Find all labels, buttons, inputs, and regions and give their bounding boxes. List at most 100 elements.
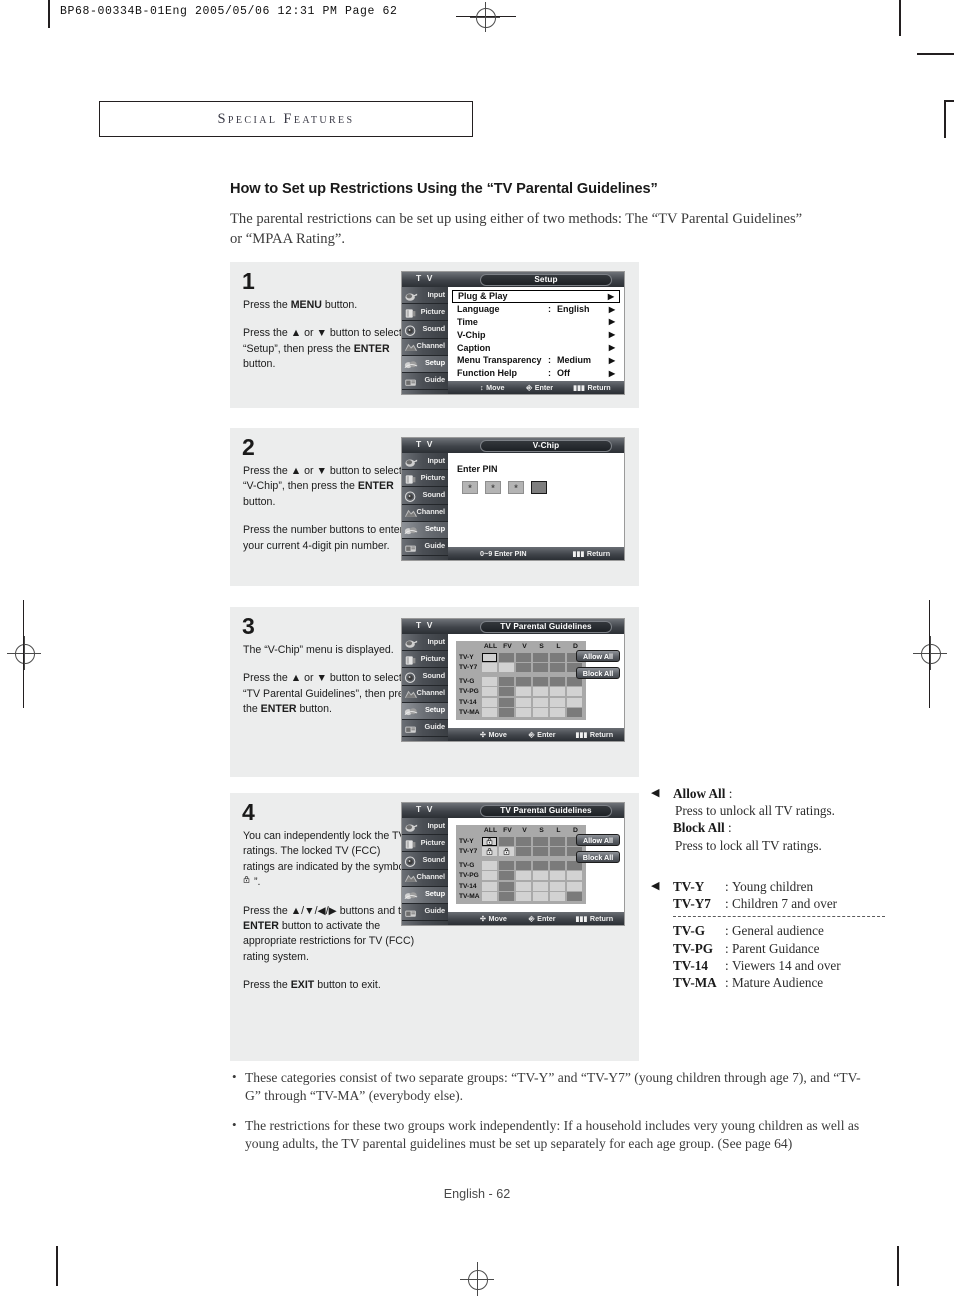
rating-cell[interactable] [499, 687, 514, 697]
osd-sidebar-item-picture[interactable]: Picture [402, 835, 448, 853]
rating-cell[interactable] [533, 708, 548, 718]
osd-menu-item[interactable]: Function Help: Off ▶ [452, 367, 620, 380]
osd-sidebar-item-guide[interactable]: Guide [402, 373, 448, 391]
pin-digit-1[interactable]: * [462, 481, 478, 494]
osd-sidebar-item-guide[interactable]: Guide [402, 904, 448, 922]
rating-cell[interactable] [482, 860, 497, 870]
rating-cell[interactable] [516, 881, 531, 891]
rating-cell[interactable] [567, 871, 582, 881]
rating-cell[interactable] [482, 708, 497, 718]
rating-cell[interactable] [482, 847, 497, 857]
rating-cell[interactable] [550, 663, 565, 673]
rating-cell[interactable] [499, 652, 514, 662]
rating-cell[interactable] [482, 836, 497, 846]
rating-cell[interactable] [550, 652, 565, 662]
rating-cell[interactable] [533, 687, 548, 697]
rating-cell[interactable] [482, 676, 497, 686]
osd-sidebar-item-setup[interactable]: Setup [402, 355, 448, 373]
rating-cell[interactable] [516, 697, 531, 707]
rating-cell[interactable] [550, 881, 565, 891]
rating-cell[interactable] [550, 687, 565, 697]
rating-cell[interactable] [499, 847, 514, 857]
rating-cell[interactable] [482, 652, 497, 662]
rating-cell[interactable] [482, 697, 497, 707]
rating-cell[interactable] [516, 871, 531, 881]
rating-cell[interactable] [533, 676, 548, 686]
block-all-button[interactable]: Block All [576, 667, 620, 679]
rating-cell[interactable] [499, 871, 514, 881]
rating-cell[interactable] [499, 697, 514, 707]
osd-sidebar-item-picture[interactable]: Picture [402, 651, 448, 669]
osd-sidebar-item-input[interactable]: Input [402, 818, 448, 836]
rating-cell[interactable] [533, 860, 548, 870]
rating-cell[interactable] [482, 871, 497, 881]
pin-digit-3[interactable]: * [508, 481, 524, 494]
rating-cell[interactable] [482, 881, 497, 891]
osd-menu-item[interactable]: Menu Transparency: Medium ▶ [452, 354, 620, 367]
osd-menu-item[interactable]: Time ▶ [452, 316, 620, 329]
rating-cell[interactable] [533, 697, 548, 707]
pin-digit-2[interactable]: * [485, 481, 501, 494]
rating-cell[interactable] [516, 847, 531, 857]
pin-digit-4[interactable] [531, 481, 547, 494]
rating-cell[interactable] [550, 836, 565, 846]
osd-sidebar-item-channel[interactable]: Channel [402, 686, 448, 703]
rating-cell[interactable] [567, 708, 582, 718]
rating-cell[interactable] [499, 881, 514, 891]
osd-sidebar-item-sound[interactable]: Sound [402, 487, 448, 505]
rating-cell[interactable] [533, 871, 548, 881]
osd-sidebar-item-setup[interactable]: Setup [402, 702, 448, 720]
allow-all-button[interactable]: Allow All [576, 834, 620, 846]
osd-sidebar-item-input[interactable]: Input [402, 634, 448, 652]
osd-sidebar-item-sound[interactable]: Sound [402, 852, 448, 870]
osd-sidebar-item-sound[interactable]: Sound [402, 321, 448, 339]
rating-cell[interactable] [567, 697, 582, 707]
osd-sidebar-item-picture[interactable]: Picture [402, 304, 448, 322]
osd-menu-item[interactable]: Plug & Play ▶ [452, 290, 620, 303]
rating-cell[interactable] [499, 663, 514, 673]
rating-cell[interactable] [499, 676, 514, 686]
rating-cell[interactable] [533, 881, 548, 891]
osd-menu-item[interactable]: V-Chip ▶ [452, 328, 620, 341]
osd-sidebar-item-input[interactable]: Input [402, 453, 448, 471]
rating-cell[interactable] [550, 892, 565, 902]
rating-cell[interactable] [516, 676, 531, 686]
rating-cell[interactable] [482, 687, 497, 697]
osd-sidebar-item-sound[interactable]: Sound [402, 668, 448, 686]
rating-cell[interactable] [533, 892, 548, 902]
rating-cell[interactable] [499, 892, 514, 902]
osd-sidebar-item-setup[interactable]: Setup [402, 521, 448, 539]
rating-cell[interactable] [516, 652, 531, 662]
pin-entry[interactable]: * * * [462, 481, 547, 494]
osd-sidebar-item-channel[interactable]: Channel [402, 505, 448, 522]
rating-cell[interactable] [516, 836, 531, 846]
rating-cell[interactable] [533, 652, 548, 662]
rating-cell[interactable] [533, 663, 548, 673]
rating-cell[interactable] [482, 663, 497, 673]
osd-sidebar-item-channel[interactable]: Channel [402, 870, 448, 887]
rating-cell[interactable] [550, 676, 565, 686]
rating-cell[interactable] [567, 892, 582, 902]
rating-cell[interactable] [516, 892, 531, 902]
rating-cell[interactable] [499, 836, 514, 846]
osd-sidebar-item-guide[interactable]: Guide [402, 720, 448, 738]
rating-cell[interactable] [499, 708, 514, 718]
rating-cell[interactable] [482, 892, 497, 902]
rating-cell[interactable] [550, 871, 565, 881]
allow-all-button[interactable]: Allow All [576, 650, 620, 662]
osd-sidebar-item-input[interactable]: Input [402, 287, 448, 305]
rating-cell[interactable] [533, 836, 548, 846]
rating-cell[interactable] [567, 881, 582, 891]
rating-cell[interactable] [567, 687, 582, 697]
osd-sidebar-item-setup[interactable]: Setup [402, 886, 448, 904]
rating-cell[interactable] [550, 847, 565, 857]
osd-sidebar-item-picture[interactable]: Picture [402, 470, 448, 488]
rating-cell[interactable] [516, 708, 531, 718]
osd-sidebar-item-channel[interactable]: Channel [402, 339, 448, 356]
rating-cell[interactable] [516, 860, 531, 870]
block-all-button[interactable]: Block All [576, 851, 620, 863]
rating-cell[interactable] [516, 663, 531, 673]
osd-menu-item[interactable]: Caption ▶ [452, 341, 620, 354]
rating-cell[interactable] [516, 687, 531, 697]
rating-cell[interactable] [550, 708, 565, 718]
